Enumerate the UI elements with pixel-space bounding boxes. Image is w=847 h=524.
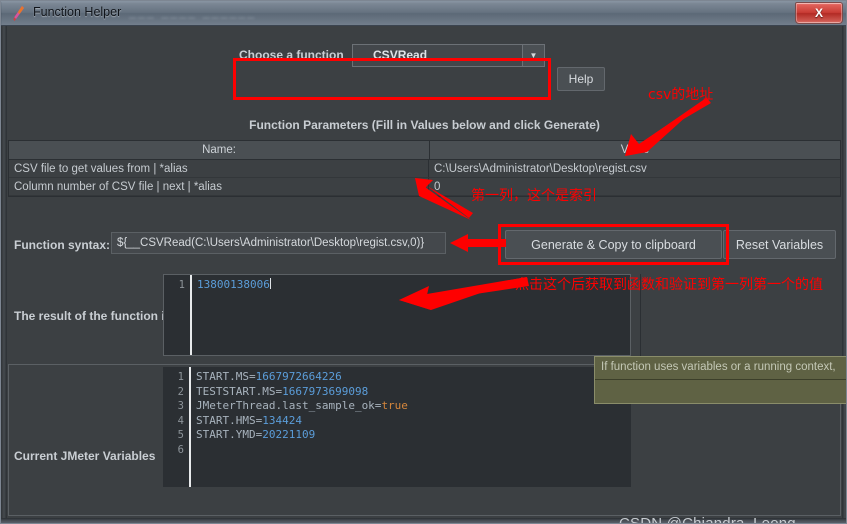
choose-function-label: Choose a function [239, 48, 344, 62]
chevron-down-icon[interactable]: ▼ [522, 44, 544, 66]
variable-row: START.HMS=134424 [196, 414, 631, 429]
jmeter-feather-icon [13, 6, 24, 21]
table-header-row: Name: Value [9, 141, 840, 160]
tooltip-text: If function uses variables or a running … [601, 361, 836, 373]
result-scrollbar-area[interactable] [631, 274, 641, 356]
window-title: Function Helper [33, 5, 122, 19]
variable-key: START.HMS= [196, 413, 263, 427]
function-select[interactable]: __CSVRead ▼ [351, 43, 545, 67]
reset-variables-button[interactable]: Reset Variables [723, 230, 836, 259]
result-textarea[interactable]: 1 13800138006 [163, 274, 631, 356]
help-button[interactable]: Help [557, 67, 605, 91]
variables-line-numbers: 1 2 3 4 5 6 [163, 367, 189, 487]
column-header-name[interactable]: Name: [9, 141, 430, 159]
text-caret [269, 278, 271, 289]
result-value-text: 13800138006 [197, 278, 270, 291]
current-variables-label: Current JMeter Variables [14, 449, 156, 463]
variable-key: TESTSTART.MS= [196, 384, 283, 398]
variable-key: JMeterThread.last_sample_ok= [196, 399, 382, 413]
variables-content: START.MS=1667972664226 TESTSTART.MS=1667… [191, 367, 631, 487]
dialog-body: Choose a function __CSVRead ▼ Help Funct… [1, 26, 846, 524]
parameters-table: Name: Value CSV file to get values from … [8, 140, 841, 197]
annotation-csv-address: csv的地址 [648, 87, 714, 103]
close-button[interactable]: X [795, 2, 843, 24]
variable-row: START.YMD=20221109 [196, 428, 631, 443]
line-number: 3 [177, 400, 184, 413]
variable-value: 1667973699098 [282, 384, 369, 398]
variable-key: START.YMD= [196, 428, 263, 442]
line-number: 6 [177, 443, 184, 456]
annotation-arrow-syntax [450, 234, 506, 252]
watermark: CSDN @Chiandra_Leong [619, 515, 796, 524]
variable-value: 134424 [262, 413, 302, 427]
variable-key: START.MS= [196, 370, 256, 383]
param-value-cell[interactable]: 0 [429, 178, 840, 195]
column-header-value[interactable]: Value [430, 141, 840, 159]
variable-row: START.MS=1667972664226 [196, 370, 631, 385]
variable-row: TESTSTART.MS=1667973699098 [196, 385, 631, 400]
title-bar-gloss [2, 2, 846, 25]
window-title-ghost: ___ ____ ______ [129, 5, 257, 19]
generate-copy-button[interactable]: Generate & Copy to clipboard [505, 230, 722, 259]
param-value-cell[interactable]: C:\Users\Administrator\Desktop\regist.cs… [429, 160, 840, 177]
tooltip-divider [595, 379, 846, 380]
variable-value: true [381, 399, 408, 413]
variables-textarea[interactable]: 1 2 3 4 5 6 START.MS=1667972664226 TESTS… [163, 367, 631, 487]
result-label: The result of the function is [14, 309, 172, 323]
function-parameters-title: Function Parameters (Fill in Values belo… [249, 118, 600, 132]
close-icon: X [814, 6, 823, 20]
result-value: 13800138006 [192, 275, 630, 355]
variables-panel-filler [163, 487, 631, 513]
function-syntax-label: Function syntax: [14, 238, 111, 252]
panel-edge-left [1, 26, 7, 523]
line-number: 5 [177, 429, 184, 442]
line-number: 1 [178, 279, 185, 291]
table-row[interactable]: Column number of CSV file | next | *alia… [9, 178, 840, 196]
param-name-cell: CSV file to get values from | *alias [9, 160, 429, 177]
choose-function-row: Choose a function __CSVRead ▼ [239, 39, 545, 71]
function-select-value: __CSVRead [359, 48, 428, 62]
line-number: 4 [177, 414, 184, 427]
variable-value: 1667972664226 [255, 370, 342, 383]
line-number: 2 [177, 385, 184, 398]
function-helper-window: Function Helper ___ ____ ______ X Choose… [0, 0, 847, 524]
table-row[interactable]: CSV file to get values from | *alias C:\… [9, 160, 840, 178]
line-number: 1 [177, 371, 184, 383]
result-line-numbers: 1 [164, 275, 190, 355]
param-name-cell: Column number of CSV file | next | *alia… [9, 178, 429, 195]
panel-edge-right [842, 26, 846, 523]
function-syntax-input[interactable]: ${__CSVRead(C:\Users\Administrator\Deskt… [111, 232, 446, 254]
context-tooltip: If function uses variables or a running … [594, 356, 846, 404]
variable-row: JMeterThread.last_sample_ok=true [196, 399, 631, 414]
variable-value: 20221109 [262, 428, 316, 442]
title-bar[interactable]: Function Helper ___ ____ ______ X [1, 1, 846, 26]
